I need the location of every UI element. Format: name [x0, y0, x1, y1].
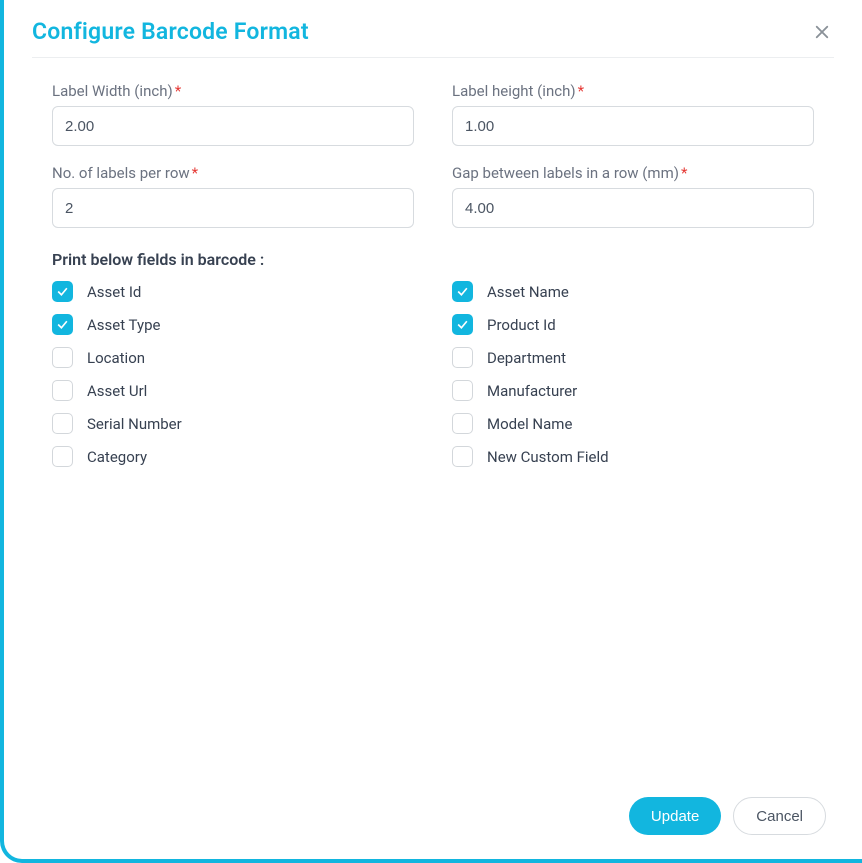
checkbox-label-asset-name[interactable]: Asset Name	[487, 283, 569, 301]
modal-body: Label Width (inch)* Label height (inch)*…	[4, 58, 862, 777]
check-department: Department	[452, 347, 814, 368]
checkbox-department[interactable]	[452, 347, 473, 368]
checkbox-category[interactable]	[52, 446, 73, 467]
form-grid: Label Width (inch)* Label height (inch)*…	[52, 82, 814, 228]
label-height-input[interactable]	[452, 106, 814, 146]
check-model-name: Model Name	[452, 413, 814, 434]
check-location: Location	[52, 347, 414, 368]
check-new-custom: New Custom Field	[452, 446, 814, 467]
check-asset-url: Asset Url	[52, 380, 414, 401]
checkbox-label-model-name[interactable]: Model Name	[487, 415, 572, 433]
field-gap: Gap between labels in a row (mm)*	[452, 164, 814, 228]
checkbox-asset-type[interactable]	[52, 314, 73, 335]
check-asset-type: Asset Type	[52, 314, 414, 335]
gap-label: Gap between labels in a row (mm)*	[452, 164, 814, 182]
configure-barcode-modal: Configure Barcode Format Label Width (in…	[0, 0, 862, 863]
check-asset-name: Asset Name	[452, 281, 814, 302]
check-product-id: Product Id	[452, 314, 814, 335]
update-button[interactable]: Update	[629, 797, 721, 835]
checkbox-new-custom[interactable]	[452, 446, 473, 467]
modal-title: Configure Barcode Format	[32, 18, 309, 45]
checkbox-serial-number[interactable]	[52, 413, 73, 434]
field-label-height: Label height (inch)*	[452, 82, 814, 146]
checkbox-label-new-custom[interactable]: New Custom Field	[487, 448, 609, 466]
modal-header: Configure Barcode Format	[4, 0, 862, 57]
check-manufacturer: Manufacturer	[452, 380, 814, 401]
checkbox-manufacturer[interactable]	[452, 380, 473, 401]
label-width-label: Label Width (inch)*	[52, 82, 414, 100]
checkbox-label-asset-url[interactable]: Asset Url	[87, 382, 147, 400]
field-label-width: Label Width (inch)*	[52, 82, 414, 146]
gap-input[interactable]	[452, 188, 814, 228]
checkbox-location[interactable]	[52, 347, 73, 368]
label-height-label: Label height (inch)*	[452, 82, 814, 100]
checkbox-label-product-id[interactable]: Product Id	[487, 316, 556, 334]
checkbox-asset-name[interactable]	[452, 281, 473, 302]
required-mark: *	[192, 164, 198, 182]
required-mark: *	[578, 82, 584, 100]
checkbox-label-location[interactable]: Location	[87, 349, 145, 367]
check-category: Category	[52, 446, 414, 467]
checkbox-asset-id[interactable]	[52, 281, 73, 302]
cancel-button[interactable]: Cancel	[733, 797, 826, 835]
checkbox-label-asset-type[interactable]: Asset Type	[87, 316, 160, 334]
checkbox-label-category[interactable]: Category	[87, 448, 147, 466]
checkbox-product-id[interactable]	[452, 314, 473, 335]
checkbox-label-manufacturer[interactable]: Manufacturer	[487, 382, 577, 400]
checkbox-label-asset-id[interactable]: Asset Id	[87, 283, 141, 301]
required-mark: *	[681, 164, 687, 182]
checkbox-grid: Asset Id Asset Name Asset Type Product I…	[52, 281, 814, 467]
print-fields-section-label: Print below fields in barcode :	[52, 250, 814, 269]
checkbox-label-serial-number[interactable]: Serial Number	[87, 415, 182, 433]
check-asset-id: Asset Id	[52, 281, 414, 302]
check-serial-number: Serial Number	[52, 413, 414, 434]
labels-per-row-label: No. of labels per row*	[52, 164, 414, 182]
close-icon[interactable]	[810, 20, 834, 44]
required-mark: *	[175, 82, 181, 100]
checkbox-label-department[interactable]: Department	[487, 349, 566, 367]
modal-footer: Update Cancel	[4, 777, 862, 859]
checkbox-asset-url[interactable]	[52, 380, 73, 401]
checkbox-model-name[interactable]	[452, 413, 473, 434]
labels-per-row-input[interactable]	[52, 188, 414, 228]
field-labels-per-row: No. of labels per row*	[52, 164, 414, 228]
label-width-input[interactable]	[52, 106, 414, 146]
